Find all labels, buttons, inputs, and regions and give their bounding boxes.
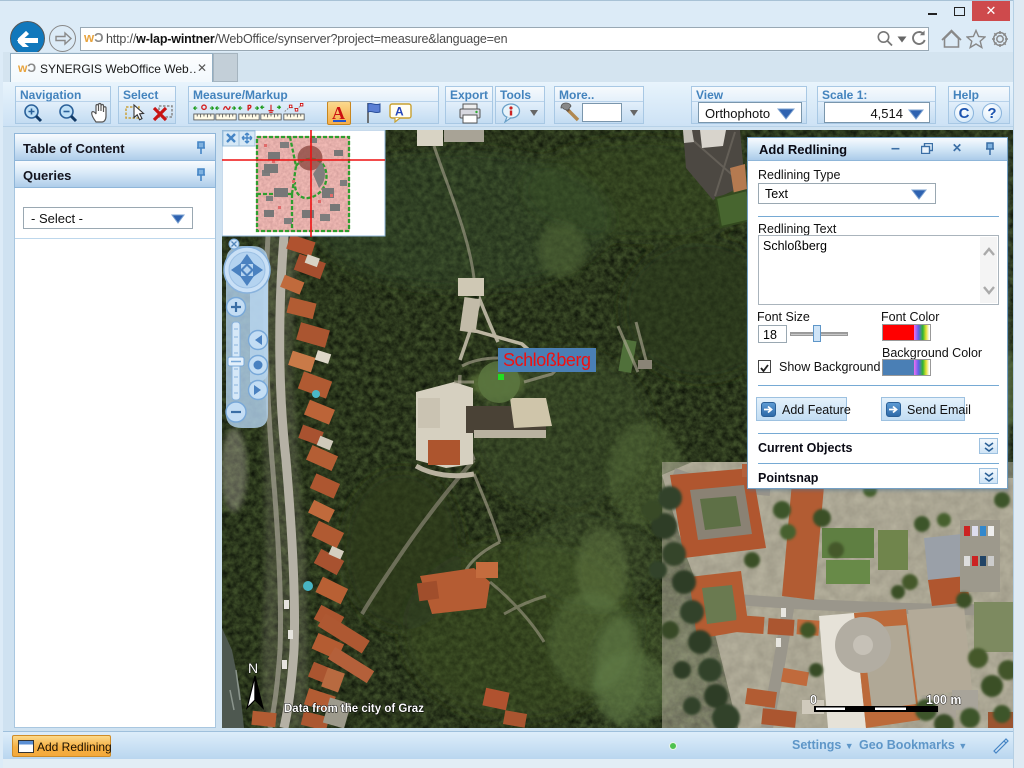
- svg-text:Data from the city of Graz: Data from the city of Graz: [284, 703, 424, 715]
- svg-text:A: A: [395, 105, 404, 119]
- svg-text:0: 0: [810, 693, 817, 707]
- svg-text:100 m: 100 m: [926, 693, 961, 707]
- svg-text:N: N: [248, 660, 258, 676]
- svg-text:Schloßberg: Schloßberg: [503, 350, 591, 370]
